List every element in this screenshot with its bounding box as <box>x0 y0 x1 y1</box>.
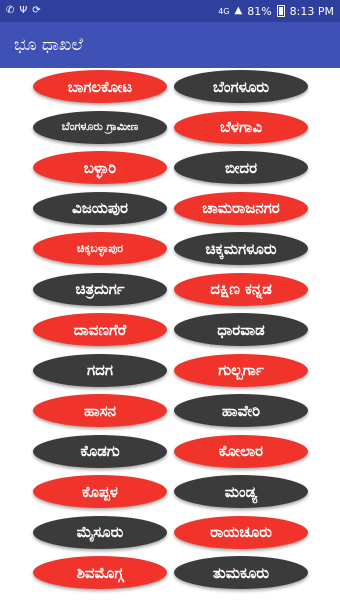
district-button[interactable]: ಮಂಡ್ಯ <box>174 475 308 508</box>
network-type: 4G <box>218 6 230 16</box>
whatsapp-icon: ✆ <box>6 5 15 16</box>
battery-icon <box>276 5 285 17</box>
district-button[interactable]: ಬಾಗಲಕೋಟ <box>33 70 167 103</box>
district-button[interactable]: ಚಾಮರಾಜನಗರ <box>174 191 308 225</box>
district-button[interactable]: ಕೊಡಗು <box>33 434 167 468</box>
app-title: ಭೂ ಧಾಖಲೆ <box>14 35 83 55</box>
district-button[interactable]: ಚಿಕ್ಕಬಳ್ಳಾಪುರ <box>33 232 167 265</box>
district-button[interactable]: ಬೀದರ <box>174 151 308 184</box>
district-button[interactable]: ದಕ್ಷಿಣ ಕನ್ನಡ <box>174 272 308 306</box>
district-button[interactable]: ಬೆಳಗಾವಿ <box>174 110 308 144</box>
district-button[interactable]: ದಾವಣಗೆರೆ <box>33 313 167 346</box>
district-button[interactable]: ಗದಗ <box>33 353 167 387</box>
app-bar: ಭೂ ಧಾಖಲೆ <box>0 22 340 68</box>
status-bar-system: 4G ▲ 81% 8:13 PM <box>218 5 334 18</box>
usb-icon: Ψ <box>19 5 28 16</box>
district-button[interactable]: ಮೈಸೂರು <box>33 515 167 549</box>
district-button[interactable]: ಕೋಲಾರ <box>174 434 308 468</box>
district-button[interactable]: ಹಾವೇರಿ <box>174 394 308 427</box>
signal-icon: ▲ <box>234 5 243 16</box>
district-button[interactable]: ತುಮಕೂರು <box>174 556 308 589</box>
district-button[interactable]: ಧಾರವಾಡ <box>174 313 308 346</box>
district-button[interactable]: ಕೊಪ್ಪಳ <box>33 475 167 508</box>
clock: 8:13 PM <box>289 4 334 18</box>
district-button[interactable]: ಚಿಕ್ಕಮಗಳೂರು <box>174 232 308 265</box>
district-button[interactable]: ಬಳ್ಳಾರಿ <box>33 151 167 184</box>
district-button[interactable]: ವಿಜಯಪುರ <box>33 191 167 225</box>
district-button[interactable]: ರಾಯಚೂರು <box>174 515 308 549</box>
district-button[interactable]: ಚಿತ್ರದುರ್ಗ <box>33 272 167 306</box>
district-button[interactable]: ಶಿವಮೊಗ್ಗ <box>33 556 167 589</box>
district-button[interactable]: ಬೆಂಗಳೂರು <box>174 70 308 103</box>
district-button[interactable]: ಬೆಂಗಳೂರು ಗ್ರಾಮೀಣ <box>33 110 167 144</box>
sync-icon: ⟳ <box>32 5 41 16</box>
status-bar-notifications: ✆ Ψ ⟳ <box>6 6 41 16</box>
status-bar: ✆ Ψ ⟳ 4G ▲ 81% 8:13 PM <box>0 0 340 22</box>
district-button[interactable]: ಗುಲ್ಬರ್ಗಾ <box>174 353 308 387</box>
battery-percent: 81% <box>247 4 272 18</box>
district-button[interactable]: ಹಾಸನ <box>33 394 167 427</box>
district-grid: ಬಾಗಲಕೋಟ ಬೆಂಗಳೂರು ಬೆಂಗಳೂರು ಗ್ರಾಮೀಣ ಬೆಳಗಾವಿ ಬಳ… <box>0 68 340 604</box>
